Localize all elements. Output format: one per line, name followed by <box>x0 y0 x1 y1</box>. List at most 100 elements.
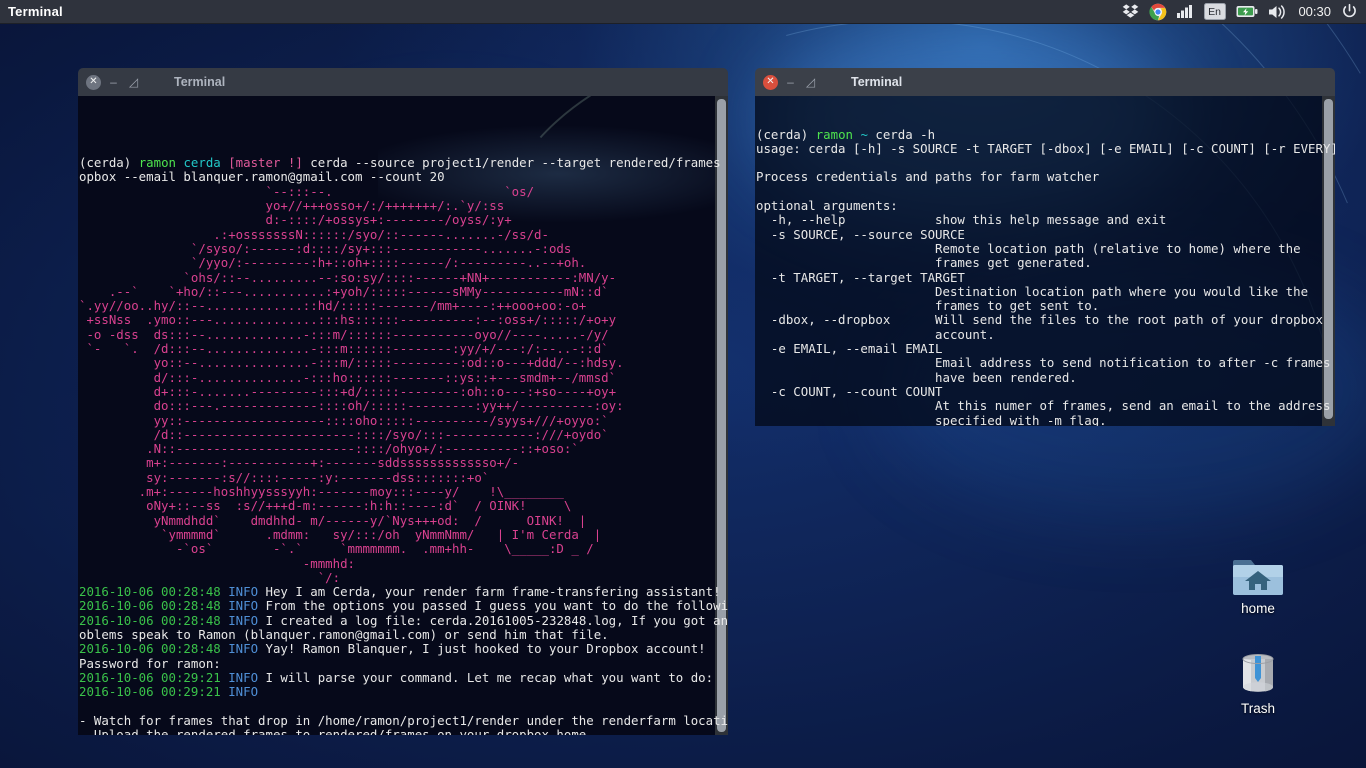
recap-item: - Upload the rendered frames to rendered… <box>79 727 587 735</box>
volume-icon[interactable] <box>1268 0 1288 24</box>
prompt-user: ramon <box>815 126 861 142</box>
desktop-icon-label: Trash <box>1240 701 1275 716</box>
desktop-icon-trash[interactable]: Trash <box>1212 648 1304 716</box>
terminal-line: opbox --email blanquer.ramon@gmail.com -… <box>79 170 728 184</box>
terminal-line: optional arguments: <box>756 198 1335 213</box>
titlebar-right[interactable]: ✕ – ◿ Terminal <box>755 68 1335 96</box>
signal-strength-icon[interactable] <box>1177 0 1194 24</box>
terminal-line: `/syso/:------:d::::/sy+:::------------.… <box>79 241 728 256</box>
desktop-icon-home[interactable]: home <box>1212 548 1304 616</box>
minimize-icon[interactable]: – <box>106 75 121 90</box>
terminal-line: account. <box>756 326 1335 342</box>
keyboard-layout-icon[interactable]: En <box>1204 0 1227 24</box>
help-text-line: Email address to send notification to af… <box>756 355 1331 371</box>
help-text-line: -t TARGET, --target TARGET <box>756 269 965 285</box>
log-timestamp: 2016-10-06 00:29:21 <box>79 669 229 685</box>
help-text-line: -h, --help show this help message and ex… <box>756 212 1167 228</box>
terminal-line: -c COUNT, --count COUNT <box>756 383 1335 399</box>
terminal-window-right[interactable]: ✕ – ◿ Terminal (cerda) ramon ~ cerda -h u… <box>755 68 1335 426</box>
log-message: I created a log file: cerda.20161005-232… <box>265 612 728 628</box>
terminal-line: oblems speak to Ramon (blanquer.ramon@gm… <box>79 627 728 642</box>
help-text-line: -s SOURCE, --source SOURCE <box>756 226 965 242</box>
ascii-art-line: m+:-------:-----------+:-------sddssssss… <box>79 455 520 471</box>
terminal-line: -s SOURCE, --source SOURCE <box>756 226 1335 242</box>
log-message: I will parse your command. Let me recap … <box>265 669 714 685</box>
help-text-line: have been rendered. <box>756 369 1077 385</box>
ascii-art-line: yy::-------------------::::oho:::::-----… <box>79 412 609 428</box>
ascii-art-line: `- `. /d:::--..............-:::m::::::--… <box>79 341 609 357</box>
help-text-line: -e EMAIL, --email EMAIL <box>756 341 943 357</box>
maximize-icon[interactable]: ◿ <box>126 75 141 90</box>
help-text-line: frames to get sent to. <box>756 298 1100 314</box>
terminal-line: Password for ramon: <box>79 655 728 671</box>
terminal-line: -dbox, --dropbox Will send the files to … <box>756 313 1335 327</box>
log-level: INFO <box>228 669 266 685</box>
ascii-art-line: -o -dss ds:::--.............-:::m/::::::… <box>79 326 609 342</box>
panel-window-title[interactable]: Terminal <box>0 4 63 19</box>
ascii-art-line: yo::--...............-:::m/:::::--------… <box>79 355 624 371</box>
terminal-line: oNy+::--ss :s//+++d-m:------:h:h::----:d… <box>79 499 728 513</box>
terminal-line: 2016-10-06 00:28:48 INFO Hey I am Cerda,… <box>79 584 728 599</box>
power-icon[interactable] <box>1341 0 1358 24</box>
terminal-line: Email address to send notification to af… <box>756 356 1335 370</box>
terminal-line: d+:::-.......---------:::+d/:::::-------… <box>79 384 728 399</box>
terminal-line: .--` `+ho/::---...........:+yoh/:::::---… <box>79 284 728 299</box>
help-text-line: -dbox, --dropbox Will send the files to … <box>756 312 1323 328</box>
ascii-art-line: sy:-------:s//::::-----:y:-------dss::::… <box>79 469 490 485</box>
minimize-icon[interactable]: – <box>783 75 798 90</box>
chrome-icon[interactable] <box>1149 0 1167 24</box>
battery-icon[interactable] <box>1236 0 1258 24</box>
terminal-line: do:::---.-------------::::oh/:::::------… <box>79 399 728 413</box>
maximize-icon[interactable]: ◿ <box>803 75 818 90</box>
terminal-line: Destination location path where you woul… <box>756 283 1335 299</box>
ascii-art-line: `.yy//oo..hy/::--.............::hd/:::::… <box>79 298 587 314</box>
help-text-line: Process credentials and paths for farm w… <box>756 169 1100 185</box>
terminal-text-left: (cerda) ramon cerda [master !] cerda --s… <box>79 156 728 735</box>
password-prompt: Password for ramon: <box>79 655 221 671</box>
terminal-window-left[interactable]: ✕ – ◿ Terminal (cerda) ramon cerda [mast… <box>78 68 728 735</box>
terminal-line: usage: cerda [-h] -s SOURCE -t TARGET [-… <box>756 141 1335 156</box>
terminal-line: .N::------------------------::::/ohyo+/:… <box>79 441 728 456</box>
recap-item: - Watch for frames that drop in /home/ra… <box>79 712 728 728</box>
help-text-line: Destination location path where you woul… <box>756 283 1309 299</box>
titlebar-left[interactable]: ✕ – ◿ Terminal <box>78 68 728 96</box>
window-title-left: Terminal <box>174 75 226 89</box>
terminal-line: 2016-10-06 00:28:48 INFO Yay! Ramon Blan… <box>79 642 728 656</box>
terminal-line: `ohs/::--.........--:so:sy/::::------+NN… <box>79 270 728 285</box>
ascii-art-line: .m+:------hoshhyysssyyh:-------moy:::---… <box>79 484 564 500</box>
close-icon[interactable]: ✕ <box>86 74 101 90</box>
terminal-line: frames to get sent to. <box>756 299 1335 313</box>
clock[interactable]: 00:30 <box>1298 0 1331 24</box>
terminal-line: yy::-------------------::::oho:::::-----… <box>79 412 728 428</box>
help-text-line: specified with -m flag. <box>756 412 1107 426</box>
terminal-output-right[interactable]: (cerda) ramon ~ cerda -h usage: cerda [-h… <box>755 96 1335 426</box>
ascii-art-line: -`os` -`.` `mmmmmmm. .mm+hh- \_____:D _ … <box>79 541 594 557</box>
command-text: cerda -h <box>867 126 936 142</box>
terminal-line: `- `. /d:::--..............-:::m::::::--… <box>79 341 728 357</box>
log-level: INFO <box>228 612 266 628</box>
prompt-venv: (cerda) <box>756 126 816 142</box>
terminal-line: yo+//+++osso+/:/+++++++/:.`y/:ss <box>79 198 728 213</box>
help-text-line: account. <box>756 326 995 342</box>
terminal-line: yNmmdhdd` dmdhhd- m/------y/`Nys+++od: /… <box>79 512 728 528</box>
ascii-art-line: +ssNss .ymo::---..............:::hs:::::… <box>79 312 617 328</box>
command-text: cerda --source project1/render --target … <box>302 155 728 171</box>
terminal-text-right: (cerda) ramon ~ cerda -h usage: cerda [-h… <box>756 126 1335 426</box>
ascii-art-line: /d::-----------------------::::/syo/:::-… <box>79 426 609 442</box>
terminal-line: - Watch for frames that drop in /home/ra… <box>79 712 728 728</box>
dropbox-icon[interactable] <box>1122 0 1139 24</box>
close-icon[interactable]: ✕ <box>763 74 778 90</box>
help-text-line: -c COUNT, --count COUNT <box>756 383 943 399</box>
log-timestamp: 2016-10-06 00:28:48 <box>79 598 229 614</box>
terminal-line: /d::-----------------------::::/syo/:::-… <box>79 426 728 442</box>
terminal-line: 2016-10-06 00:28:48 INFO From the option… <box>79 599 728 613</box>
ascii-art-line: `ymmmmd` .mdmm: sy/:::/oh yNmmNmm/ | I'm… <box>79 526 602 542</box>
terminal-line: frames get generated. <box>756 256 1335 270</box>
terminal-line: specified with -m flag. <box>756 412 1335 426</box>
log-timestamp: 2016-10-06 00:29:21 <box>79 684 229 700</box>
ascii-art-line: yNmmdhdd` dmdhhd- m/------y/`Nys+++od: /… <box>79 512 587 528</box>
ascii-art-line: `--:::--. `os/ <box>79 183 535 199</box>
terminal-output-left[interactable]: (cerda) ramon cerda [master !] cerda --s… <box>78 96 728 735</box>
